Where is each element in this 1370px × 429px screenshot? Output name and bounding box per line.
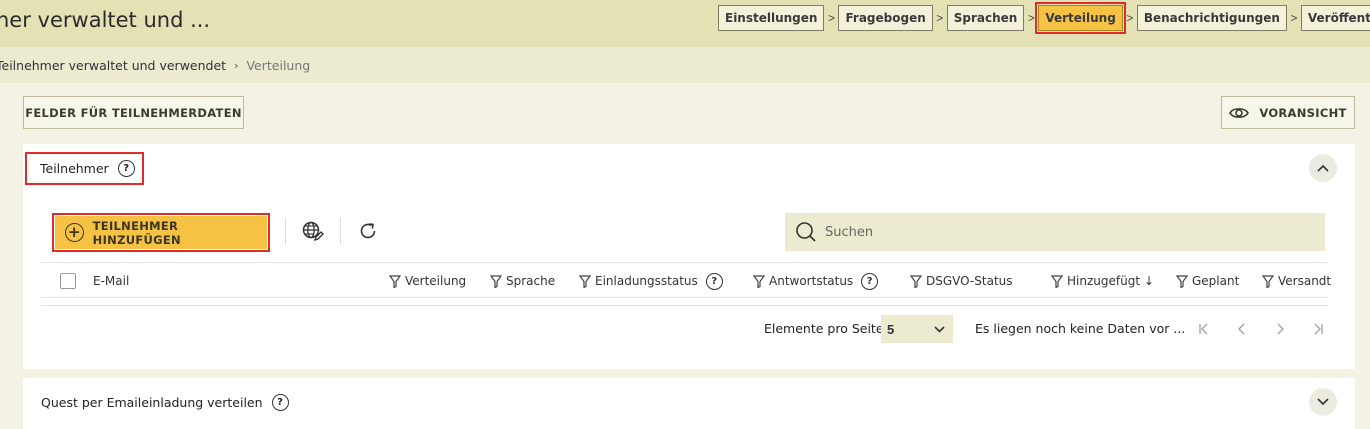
select-all-checkbox[interactable] <box>60 273 76 289</box>
email-panel-title-label: Quest per Emaileinladung verteilen <box>41 395 263 410</box>
column-email[interactable]: E-Mail <box>93 263 129 299</box>
filter-icon <box>1176 274 1188 288</box>
previous-page-button[interactable] <box>1232 318 1252 340</box>
page-size-select[interactable]: 5 <box>881 315 953 343</box>
chevron-up-icon <box>1317 164 1329 172</box>
chevron-right-icon: > <box>936 11 944 25</box>
column-versandt[interactable]: Versandt <box>1262 263 1331 299</box>
refresh-icon <box>360 223 376 239</box>
column-antwortstatus[interactable]: Antwortstatus ? <box>753 263 879 299</box>
filter-icon <box>1262 274 1274 288</box>
chevron-right-icon <box>1277 323 1285 335</box>
search-field[interactable] <box>785 213 1325 251</box>
chevron-right-icon: > <box>1027 11 1035 25</box>
first-page-icon <box>1199 323 1208 335</box>
search-icon <box>796 222 816 242</box>
filter-icon <box>579 274 591 288</box>
column-verteilung[interactable]: Verteilung <box>389 263 466 299</box>
help-icon[interactable]: ? <box>861 272 879 290</box>
participants-panel: Teilnehmer ? + TEILNEHMER HINZUFÜGEN Suc… <box>23 144 1355 369</box>
help-icon[interactable]: ? <box>117 160 135 177</box>
sort-arrow-down-icon: ↓ <box>1144 274 1155 288</box>
column-einladungsstatus-label: Einladungsstatus <box>595 274 698 288</box>
add-participant-button[interactable]: + TEILNEHMER HINZUFÜGEN <box>52 213 270 252</box>
email-panel-title: Quest per Emaileinladung verteilen ? <box>41 394 289 411</box>
eye-icon <box>1229 107 1250 118</box>
plus-circle-icon: + <box>65 223 84 242</box>
breadcrumb-parent-link[interactable]: Teilnehmer verwaltet und verwendet <box>0 58 226 73</box>
next-page-button[interactable] <box>1270 318 1290 340</box>
chevron-right-icon: > <box>1290 11 1298 25</box>
chevron-right-icon: > <box>1126 11 1134 25</box>
chevron-down-icon <box>934 325 945 333</box>
wizard-steps: Einstellungen > Fragebogen > Sprachen > … <box>718 2 1370 34</box>
last-page-icon <box>1314 323 1323 335</box>
step-fragebogen[interactable]: Fragebogen <box>838 5 933 31</box>
top-bar: ner verwaltet und ... Einstellungen > Fr… <box>0 0 1370 47</box>
column-sprache[interactable]: Sprache <box>490 263 555 299</box>
step-einstellungen[interactable]: Einstellungen <box>718 5 825 31</box>
chevron-right-icon: › <box>234 58 239 72</box>
preview-button[interactable]: VORANSICHT <box>1221 96 1355 129</box>
help-icon[interactable]: ? <box>271 394 289 411</box>
step-verteilung[interactable]: Verteilung <box>1035 2 1126 34</box>
table-divider <box>41 305 1328 306</box>
expand-button[interactable] <box>1309 388 1337 416</box>
chevron-down-icon <box>1317 398 1329 406</box>
chevron-right-icon: > <box>827 11 835 25</box>
column-sprache-label: Sprache <box>506 274 556 288</box>
globe-edit-icon <box>302 221 324 242</box>
filter-icon <box>910 274 922 288</box>
filter-icon <box>389 274 401 288</box>
help-icon[interactable]: ? <box>705 272 723 290</box>
column-geplant-label: Geplant <box>1192 274 1240 288</box>
filter-icon <box>490 274 502 288</box>
table-header: E-Mail Verteilung Sprache Einladungsstat… <box>41 262 1331 299</box>
toolbar-divider <box>285 218 286 245</box>
refresh-button[interactable] <box>357 220 379 242</box>
last-page-button[interactable] <box>1308 318 1328 340</box>
column-geplant[interactable]: Geplant <box>1176 263 1239 299</box>
step-sprachen[interactable]: Sprachen <box>946 5 1025 31</box>
collapse-button[interactable] <box>1309 154 1337 182</box>
breadcrumb-current: Verteilung <box>246 57 311 73</box>
items-per-page-label: Elemente pro Seite <box>764 321 884 336</box>
search-input[interactable] <box>825 224 1305 240</box>
column-versandt-label: Versandt <box>1278 274 1332 288</box>
column-email-label: E-Mail <box>93 274 130 288</box>
column-settings-button[interactable] <box>302 220 324 242</box>
step-benachrichtigungen[interactable]: Benachrichtigungen <box>1136 5 1287 31</box>
breadcrumb: Teilnehmer verwaltet und verwendet › Ver… <box>0 47 1370 83</box>
page-title: ner verwaltet und ... <box>0 8 211 32</box>
participants-panel-title: Teilnehmer ? <box>25 152 144 185</box>
column-dsgvo-status[interactable]: DSGVO-Status <box>910 263 1013 299</box>
page-size-value: 5 <box>887 321 895 337</box>
pagination-info: Es liegen noch keine Daten vor ... <box>975 321 1186 336</box>
toolbar-divider <box>340 218 341 245</box>
column-hinzugefuegt[interactable]: Hinzugefügt ↓ <box>1051 263 1154 299</box>
column-hinzugefuegt-label: Hinzugefügt <box>1067 274 1141 288</box>
column-dsgvo-label: DSGVO-Status <box>926 274 1013 288</box>
filter-icon <box>1051 274 1063 288</box>
preview-button-label: VORANSICHT <box>1259 105 1347 120</box>
column-antwortstatus-label: Antwortstatus <box>769 274 854 288</box>
first-page-button[interactable] <box>1194 318 1214 340</box>
step-veroeffentlichen[interactable]: Veröffentlichen <box>1300 5 1370 31</box>
filter-icon <box>753 274 765 288</box>
participant-fields-button[interactable]: FELDER FÜR TEILNEHMERDATEN <box>23 96 244 129</box>
column-einladungsstatus[interactable]: Einladungsstatus ? <box>579 263 723 299</box>
email-invitation-panel: Quest per Emaileinladung verteilen ? <box>23 378 1355 429</box>
chevron-left-icon <box>1237 323 1245 335</box>
column-verteilung-label: Verteilung <box>405 274 467 288</box>
add-participant-label: TEILNEHMER HINZUFÜGEN <box>92 218 181 247</box>
participants-title-label: Teilnehmer <box>40 161 109 176</box>
